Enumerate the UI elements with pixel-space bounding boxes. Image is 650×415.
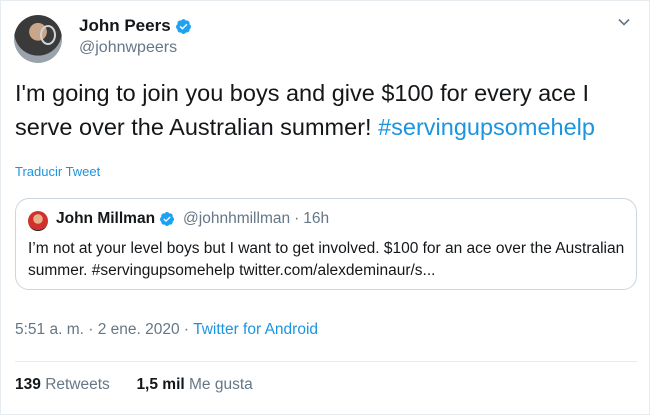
retweets-stat[interactable]: 139 Retweets xyxy=(15,376,110,393)
tweet-text: I'm going to join you boys and give $100… xyxy=(15,76,640,144)
tweet-card: John Peers @johnwpeers I'm going to join… xyxy=(0,0,650,415)
quoted-tweet-time: 16h xyxy=(303,210,330,227)
quoted-tweet[interactable]: John Millman @johnhmillman · 16h I’m not… xyxy=(15,198,637,290)
quoted-author-name: John Millman xyxy=(56,210,156,227)
likes-count: 1,5 mil xyxy=(136,376,185,393)
tweet-text-line-2-body: serve over the Australian summer! xyxy=(15,114,379,140)
translate-tweet-link[interactable]: Traducir Tweet xyxy=(15,164,100,179)
tweet-text-line-1: I'm going to join you boys and give $100… xyxy=(15,80,590,106)
author-handle[interactable]: @johnwpeers xyxy=(79,39,177,57)
quoted-author-handle: @johnhmillman xyxy=(183,210,291,227)
tweet-stats: 139 Retweets 1,5 mil Me gusta xyxy=(15,376,253,394)
racket-graphic xyxy=(40,25,56,45)
quoted-separator: · xyxy=(294,210,300,227)
quoted-tweet-text: I’m not at your level boys but I want to… xyxy=(28,240,625,279)
likes-stat[interactable]: 1,5 mil Me gusta xyxy=(136,376,252,393)
retweets-count: 139 xyxy=(15,376,41,393)
author-name-row[interactable]: John Peers xyxy=(79,16,192,36)
quoted-tweet-header: John Millman @johnhmillman · 16h xyxy=(56,210,329,228)
tweet-text-line-2: serve over the Australian summer! #servi… xyxy=(15,110,640,144)
retweets-label: Retweets xyxy=(45,376,110,393)
author-avatar[interactable] xyxy=(14,15,62,63)
verified-badge-icon xyxy=(175,18,191,34)
quoted-author-avatar xyxy=(28,211,48,231)
tweet-timestamp[interactable]: 5:51 a. m. · 2 ene. 2020 xyxy=(15,321,180,338)
hashtag-link[interactable]: #servingupsomehelp xyxy=(378,114,595,140)
likes-label: Me gusta xyxy=(189,376,253,393)
tweet-source-link[interactable]: Twitter for Android xyxy=(193,321,318,338)
verified-badge-icon xyxy=(160,212,175,226)
author-name[interactable]: John Peers xyxy=(79,16,171,36)
stats-divider xyxy=(15,361,637,362)
tweet-meta: 5:51 a. m. · 2 ene. 2020 · Twitter for A… xyxy=(15,321,318,339)
meta-separator: · xyxy=(179,321,194,338)
chevron-down-icon[interactable] xyxy=(617,15,631,29)
